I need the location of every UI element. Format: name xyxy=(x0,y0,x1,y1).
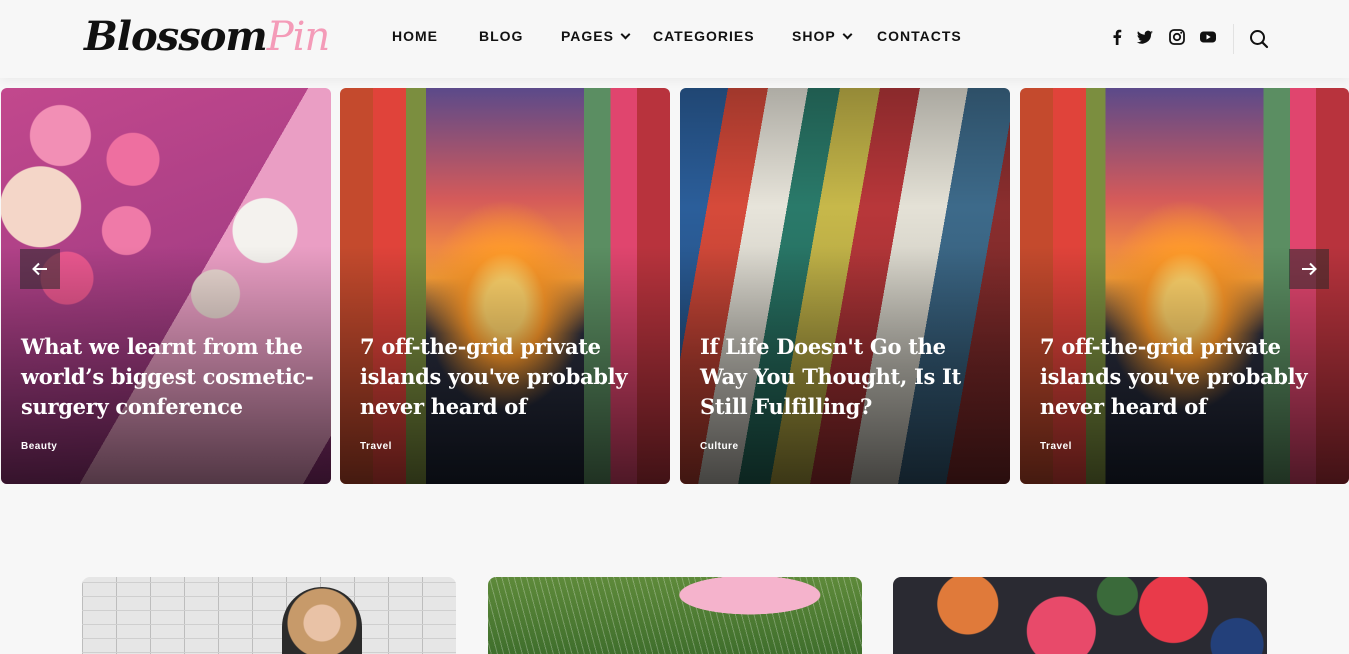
slider-next-button[interactable] xyxy=(1289,249,1329,289)
nav-blog[interactable]: BLOG xyxy=(479,28,523,44)
post-image-subject xyxy=(282,587,362,654)
site-logo[interactable]: BlossomPin xyxy=(84,12,330,62)
slide-category[interactable]: Beauty xyxy=(21,441,57,452)
nav-categories-label: CATEGORIES xyxy=(653,28,755,44)
nav-pages[interactable]: PAGES xyxy=(561,28,631,44)
post-thumbnail[interactable] xyxy=(893,577,1267,654)
slide-title[interactable]: What we learnt from the world’s biggest … xyxy=(21,332,317,422)
slide-category[interactable]: Travel xyxy=(360,441,392,452)
logo-text-accent: Pin xyxy=(266,14,330,60)
arrow-right-icon xyxy=(1302,262,1317,276)
nav-home[interactable]: HOME xyxy=(392,28,438,44)
search-icon[interactable] xyxy=(1248,28,1270,50)
site-header: BlossomPin HOME BLOG PAGES CATEGORIES SH… xyxy=(0,0,1349,78)
arrow-left-icon xyxy=(32,262,47,276)
slide-title[interactable]: 7 off-the-grid private islands you've pr… xyxy=(1040,332,1335,422)
logo-text-primary: Blossom xyxy=(84,13,268,60)
nav-blog-label: BLOG xyxy=(479,28,524,44)
youtube-icon[interactable] xyxy=(1199,28,1217,46)
nav-contacts[interactable]: CONTACTS xyxy=(877,28,962,44)
facebook-icon[interactable] xyxy=(1108,28,1126,46)
slide-category[interactable]: Culture xyxy=(700,441,739,452)
post-thumbnail[interactable] xyxy=(488,577,862,654)
slide-card[interactable]: 7 off-the-grid private islands you've pr… xyxy=(340,88,670,484)
nav-categories[interactable]: CATEGORIES xyxy=(653,28,755,44)
post-thumbnail[interactable] xyxy=(82,577,456,654)
slide-title[interactable]: 7 off-the-grid private islands you've pr… xyxy=(360,332,656,422)
chevron-down-icon xyxy=(620,29,631,40)
nav-contacts-label: CONTACTS xyxy=(877,28,962,44)
nav-pages-label: PAGES xyxy=(561,28,614,44)
twitter-icon[interactable] xyxy=(1136,28,1154,46)
chevron-down-icon xyxy=(842,29,853,40)
instagram-icon[interactable] xyxy=(1168,28,1186,46)
slide-title[interactable]: If Life Doesn't Go the Way You Thought, … xyxy=(700,332,996,422)
slider-prev-button[interactable] xyxy=(20,249,60,289)
nav-shop[interactable]: SHOP xyxy=(792,28,853,44)
nav-home-label: HOME xyxy=(392,28,438,44)
slide-card[interactable]: If Life Doesn't Go the Way You Thought, … xyxy=(680,88,1010,484)
slide-category[interactable]: Travel xyxy=(1040,441,1072,452)
nav-shop-label: SHOP xyxy=(792,28,836,44)
header-divider xyxy=(1233,24,1234,54)
featured-slider: What we learnt from the world’s biggest … xyxy=(0,88,1349,484)
